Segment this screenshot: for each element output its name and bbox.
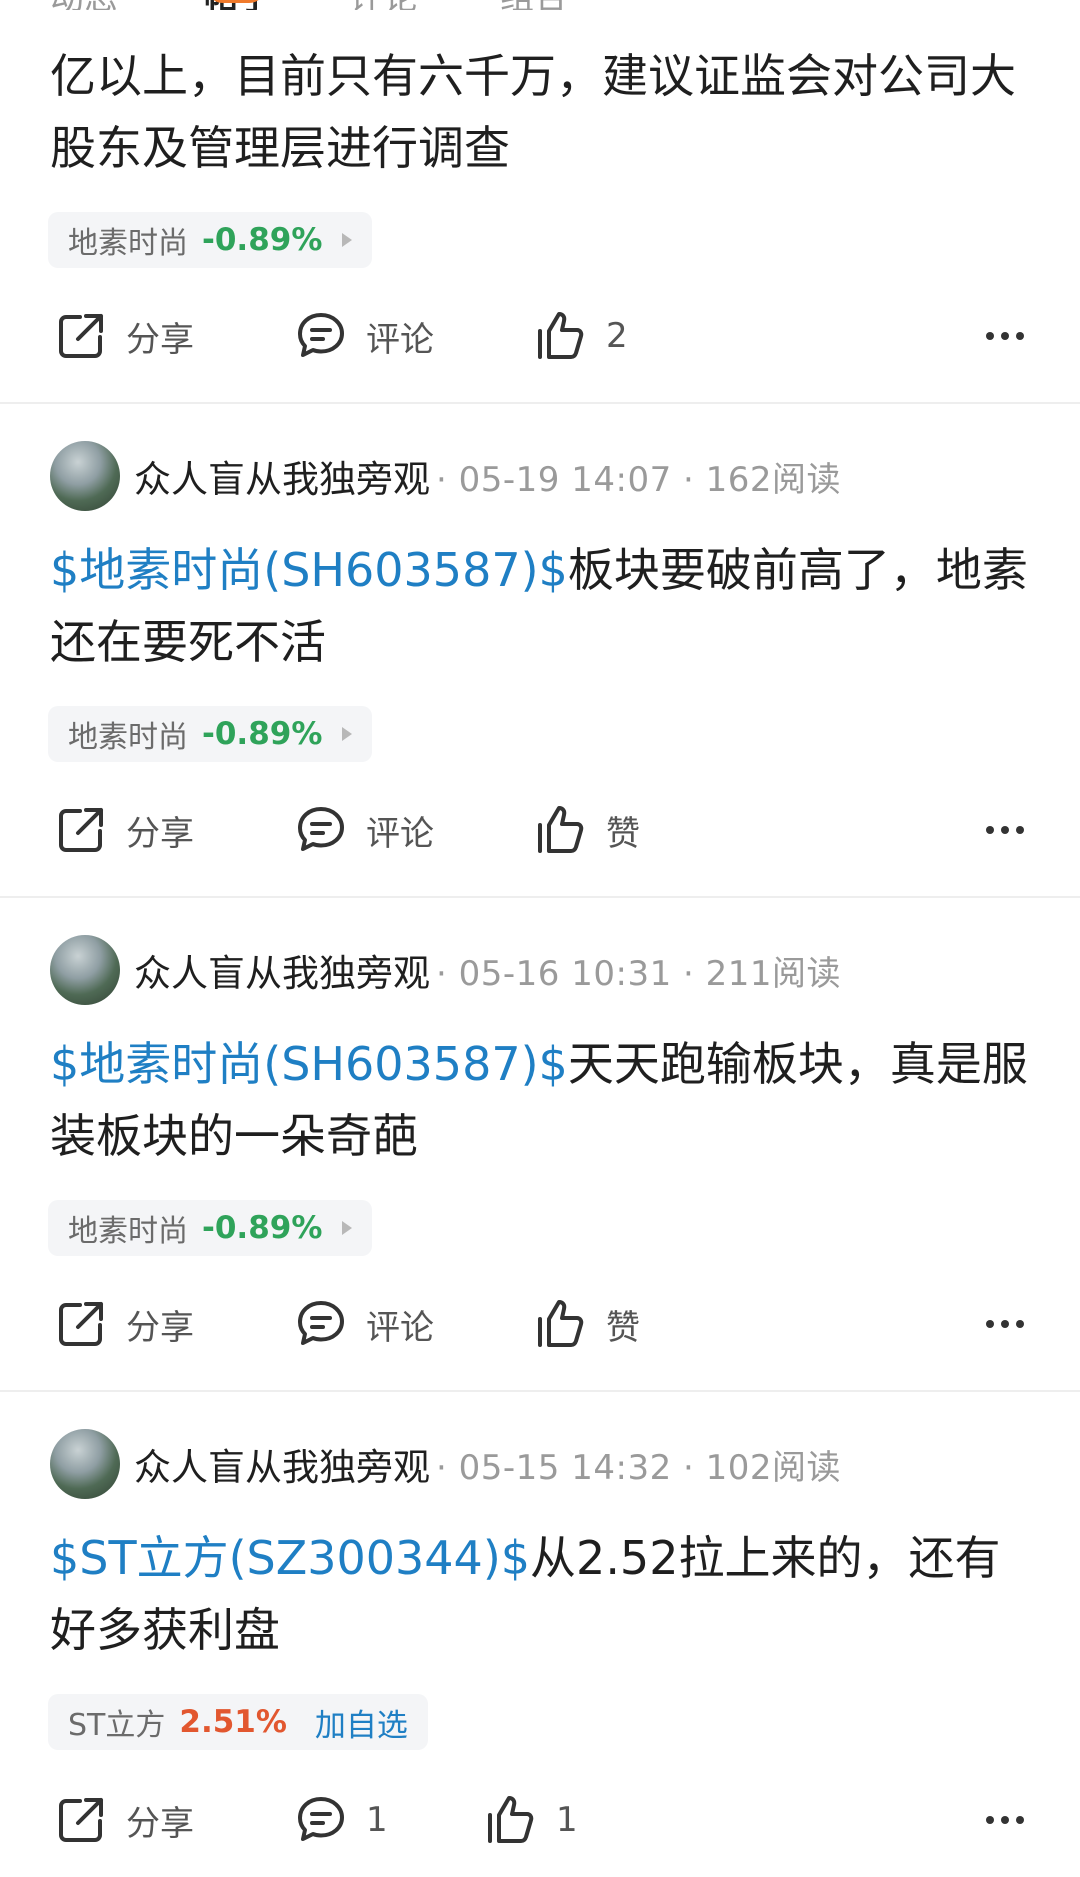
stock-link[interactable]: $地素时尚(SH603587)$ bbox=[50, 543, 568, 597]
thumbs-up-icon bbox=[538, 1300, 584, 1347]
more-icon bbox=[986, 1816, 994, 1824]
thumbs-up-icon bbox=[488, 1796, 534, 1843]
share-label: 分享 bbox=[126, 319, 194, 360]
stock-tag-name: ST立方 bbox=[68, 1708, 166, 1743]
top-tab-bar: 动态 帖子 评论 组合 bbox=[0, 0, 1080, 10]
username[interactable]: 众人盲从我独旁观 bbox=[134, 1437, 430, 1491]
share-icon bbox=[59, 1302, 103, 1346]
post-actions: 分享 评论 赞 bbox=[0, 1292, 1080, 1356]
post-actions: 分享 1 1 bbox=[0, 1788, 1080, 1852]
more-icon bbox=[1001, 1816, 1009, 1824]
comment-button[interactable]: 评论 bbox=[294, 1292, 434, 1356]
share-button[interactable]: 分享 bbox=[54, 1292, 194, 1356]
like-label: 赞 bbox=[606, 813, 640, 854]
comment-icon bbox=[298, 1301, 344, 1345]
comment-icon bbox=[298, 1797, 344, 1841]
like-button[interactable]: 1 bbox=[484, 1788, 578, 1852]
more-icon bbox=[1016, 826, 1024, 834]
more-icon bbox=[986, 826, 994, 834]
chevron-right-icon bbox=[342, 1221, 353, 1235]
post-header: 众人盲从我独旁观 · 05-19 14:07 · 162阅读 bbox=[50, 438, 841, 514]
share-icon bbox=[59, 314, 103, 358]
thumbs-up-icon bbox=[538, 312, 584, 359]
stock-link[interactable]: $ST立方(SZ300344)$ bbox=[50, 1531, 530, 1585]
more-icon bbox=[1016, 332, 1024, 340]
like-count: 2 bbox=[606, 316, 628, 356]
stock-link[interactable]: $地素时尚(SH603587)$ bbox=[50, 1037, 568, 1091]
more-icon bbox=[1001, 1320, 1009, 1328]
share-icon bbox=[59, 1798, 103, 1842]
more-button[interactable] bbox=[986, 304, 1024, 368]
like-button[interactable]: 赞 bbox=[534, 798, 640, 862]
like-button[interactable]: 2 bbox=[534, 304, 628, 368]
more-button[interactable] bbox=[986, 1788, 1024, 1852]
post-meta: · 05-19 14:07 · 162阅读 bbox=[436, 459, 842, 500]
post-meta: · 05-16 10:31 · 211阅读 bbox=[436, 953, 842, 994]
username[interactable]: 众人盲从我独旁观 bbox=[134, 449, 430, 503]
stock-tag-change: -0.89% bbox=[202, 716, 323, 752]
divider bbox=[0, 1390, 1080, 1392]
more-icon bbox=[986, 332, 994, 340]
post-content[interactable]: $地素时尚(SH603587)$天天跑输板块，真是服装板块的一朵奇葩 bbox=[50, 1028, 1040, 1172]
post-meta: · 05-15 14:32 · 102阅读 bbox=[436, 1447, 842, 1488]
chevron-right-icon bbox=[342, 233, 353, 247]
username[interactable]: 众人盲从我独旁观 bbox=[134, 943, 430, 997]
tab-comments[interactable]: 评论 bbox=[350, 0, 418, 10]
stock-tag-name: 地素时尚 bbox=[68, 226, 188, 261]
post-content[interactable]: 亿以上，目前只有六千万，建议证监会对公司大股东及管理层进行调查 bbox=[50, 40, 1040, 184]
share-icon bbox=[59, 808, 103, 852]
post-content[interactable]: $ST立方(SZ300344)$从2.52拉上来的，还有好多获利盘 bbox=[50, 1522, 1040, 1666]
comment-icon bbox=[298, 313, 344, 357]
divider bbox=[0, 402, 1080, 404]
comment-count: 1 bbox=[366, 1800, 388, 1840]
more-button[interactable] bbox=[986, 1292, 1024, 1356]
more-icon bbox=[1001, 332, 1009, 340]
share-button[interactable]: 分享 bbox=[54, 1788, 194, 1852]
share-button[interactable]: 分享 bbox=[54, 798, 194, 862]
share-button[interactable]: 分享 bbox=[54, 304, 194, 368]
avatar[interactable] bbox=[50, 441, 120, 511]
more-button[interactable] bbox=[986, 798, 1024, 862]
comment-button[interactable]: 评论 bbox=[294, 304, 434, 368]
more-icon bbox=[986, 1320, 994, 1328]
post-content[interactable]: $地素时尚(SH603587)$板块要破前高了，地素还在要死不活 bbox=[50, 534, 1040, 678]
thumbs-up-icon bbox=[538, 806, 584, 853]
post-text: 亿以上，目前只有六千万，建议证监会对公司大股东及管理层进行调查 bbox=[50, 49, 1016, 175]
more-icon bbox=[1001, 826, 1009, 834]
comment-icon bbox=[298, 807, 344, 851]
share-label: 分享 bbox=[126, 1803, 194, 1844]
stock-tag-change: 2.51% bbox=[179, 1704, 287, 1740]
comment-button[interactable]: 评论 bbox=[294, 798, 434, 862]
share-label: 分享 bbox=[126, 813, 194, 854]
tab-dynamics[interactable]: 动态 bbox=[50, 0, 118, 10]
chevron-right-icon bbox=[342, 727, 353, 741]
post-actions: 分享 评论 赞 bbox=[0, 798, 1080, 862]
avatar[interactable] bbox=[50, 1429, 120, 1499]
comment-button[interactable]: 1 bbox=[294, 1788, 388, 1852]
like-button[interactable]: 赞 bbox=[534, 1292, 640, 1356]
comment-label: 评论 bbox=[366, 1307, 434, 1348]
stock-tag[interactable]: 地素时尚 -0.89% bbox=[48, 212, 373, 268]
more-icon bbox=[1016, 1320, 1024, 1328]
share-label: 分享 bbox=[126, 1307, 194, 1348]
divider bbox=[0, 896, 1080, 898]
stock-tag[interactable]: 地素时尚 -0.89% bbox=[48, 706, 373, 762]
stock-tag-name: 地素时尚 bbox=[68, 720, 188, 755]
post-header: 众人盲从我独旁观 · 05-15 14:32 · 102阅读 bbox=[50, 1426, 841, 1502]
stock-tag-change: -0.89% bbox=[202, 222, 323, 258]
more-icon bbox=[1016, 1816, 1024, 1824]
like-label: 赞 bbox=[606, 1307, 640, 1348]
stock-tag-name: 地素时尚 bbox=[68, 1214, 188, 1249]
stock-tag-change: -0.89% bbox=[202, 1210, 323, 1246]
comment-label: 评论 bbox=[366, 813, 434, 854]
stock-tag[interactable]: ST立方 2.51% 加自选 bbox=[48, 1694, 428, 1750]
post-header: 众人盲从我独旁观 · 05-16 10:31 · 211阅读 bbox=[50, 932, 841, 1008]
comment-label: 评论 bbox=[366, 319, 434, 360]
post-actions: 分享 评论 2 bbox=[0, 304, 1080, 368]
avatar[interactable] bbox=[50, 935, 120, 1005]
add-to-watchlist-button[interactable]: 加自选 bbox=[315, 1700, 408, 1745]
stock-tag[interactable]: 地素时尚 -0.89% bbox=[48, 1200, 373, 1256]
tab-portfolio[interactable]: 组合 bbox=[500, 0, 568, 10]
like-count: 1 bbox=[556, 1800, 578, 1840]
